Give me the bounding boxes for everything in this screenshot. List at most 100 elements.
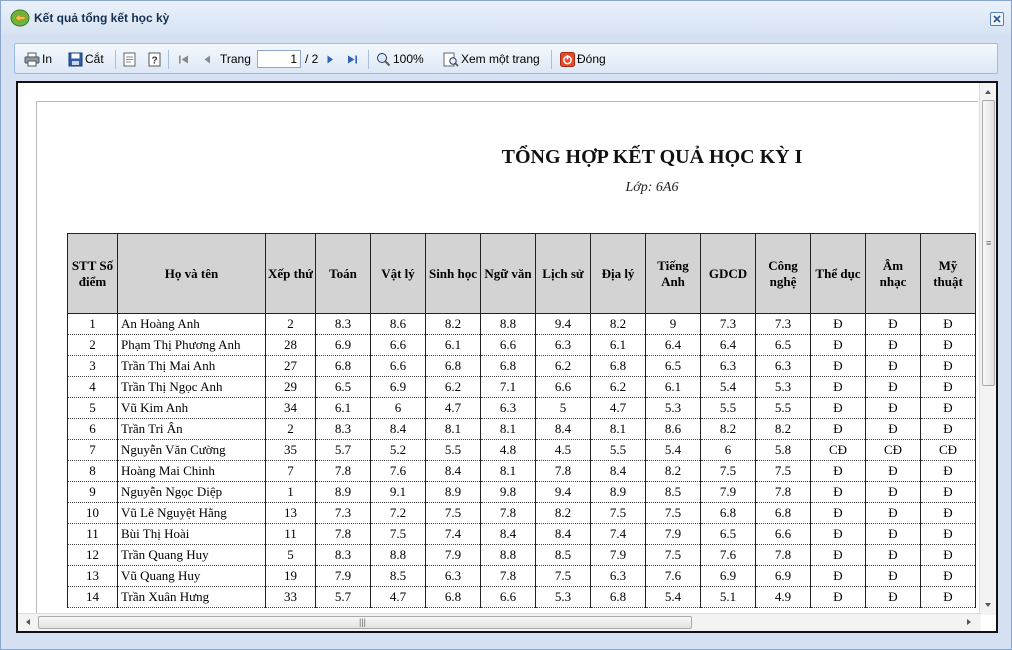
print-label: In <box>42 52 53 67</box>
table-cell: 7.2 <box>370 502 426 524</box>
table-cell: 6.8 <box>480 355 536 377</box>
table-cell: 5.3 <box>645 397 701 419</box>
column-header: Tiếng Anh <box>645 233 701 314</box>
table-cell: Đ <box>920 544 976 566</box>
table-cell: 35 <box>265 439 316 461</box>
last-page-icon <box>348 55 357 64</box>
toolbar-separator <box>115 50 116 69</box>
table-cell: 19 <box>265 565 316 587</box>
scroll-down-icon[interactable] <box>982 599 994 611</box>
table-cell: 1 <box>67 313 118 335</box>
column-header: STT Số điểm <box>67 233 118 314</box>
next-page-button[interactable] <box>325 51 335 68</box>
table-cell: 6.8 <box>590 586 646 608</box>
table-cell: 7.3 <box>315 502 371 524</box>
table-header-row: STT Số điểm Họ và tên Xếp thứ Toán Vật lý Sin… <box>67 233 976 314</box>
table-cell: 1 <box>265 481 316 503</box>
table-cell: 8.4 <box>535 418 591 440</box>
table-cell: 9.4 <box>535 481 591 503</box>
table-cell: Đ <box>865 544 921 566</box>
table-cell: 6.6 <box>535 376 591 398</box>
table-cell: CĐ <box>865 439 921 461</box>
first-page-button[interactable] <box>177 51 189 68</box>
table-cell: 7.9 <box>425 544 481 566</box>
horizontal-scroll-thumb[interactable]: ||| <box>38 616 692 629</box>
print-button[interactable]: In <box>24 51 52 68</box>
table-cell: 7.5 <box>645 544 701 566</box>
table-row: 14 Trần Xuân Hưng 33 5.7 4.7 6.8 6.6 5.3 6.8 5.4 5… <box>67 586 976 608</box>
previous-page-button[interactable] <box>202 51 212 68</box>
table-cell: 8.2 <box>755 418 811 440</box>
table-cell: 2 <box>265 313 316 335</box>
vertical-scrollbar[interactable]: ≡ <box>979 83 996 615</box>
table-cell: 5 <box>535 397 591 419</box>
table-row: 2 Phạm Thị Phương Anh 28 6.9 6.6 6.1 6.6 6.3 6.1… <box>67 334 976 356</box>
table-cell: 6.3 <box>590 565 646 587</box>
close-icon[interactable] <box>990 12 1004 26</box>
report-icon <box>10 9 30 27</box>
printer-icon <box>24 52 40 67</box>
table-cell: 7.9 <box>645 523 701 545</box>
report-viewer[interactable]: TỔNG HỢP KẾT QUẢ HỌC KỲ I Lớp: 6A6 STT S… <box>16 81 998 633</box>
student-name-cell: Vũ Kim Anh <box>117 397 266 419</box>
table-cell: 8.2 <box>590 313 646 335</box>
table-cell: 8 <box>67 460 118 482</box>
zoom-label: 100% <box>393 52 424 67</box>
horizontal-scrollbar[interactable]: ||| <box>18 613 981 631</box>
last-page-button[interactable] <box>347 51 359 68</box>
student-name-cell: Trần Xuân Hưng <box>117 586 266 608</box>
scroll-up-icon[interactable] <box>982 86 994 98</box>
table-cell: 7.5 <box>590 502 646 524</box>
table-cell: 7.8 <box>315 523 371 545</box>
export-button[interactable] <box>123 51 136 68</box>
table-cell: Đ <box>920 586 976 608</box>
table-cell: 5.5 <box>590 439 646 461</box>
toolbar-separator <box>551 50 552 69</box>
scroll-left-icon[interactable] <box>22 616 34 628</box>
table-cell: Đ <box>920 397 976 419</box>
table-cell: 8.5 <box>645 481 701 503</box>
table-cell: 7.9 <box>590 544 646 566</box>
table-cell: 8.2 <box>535 502 591 524</box>
page-number-input[interactable] <box>257 50 301 68</box>
table-cell: 5.4 <box>700 376 756 398</box>
table-cell: 8.9 <box>590 481 646 503</box>
save-button[interactable]: Cắt <box>68 51 104 68</box>
student-name-cell: Trần Quang Huy <box>117 544 266 566</box>
single-page-view-button[interactable]: Xem một trang <box>443 51 540 68</box>
student-name-cell: Trần Thị Ngọc Anh <box>117 376 266 398</box>
table-cell: 5.1 <box>700 586 756 608</box>
table-cell: Đ <box>865 334 921 356</box>
table-cell: Đ <box>920 502 976 524</box>
column-header: Sinh học <box>425 233 481 314</box>
table-cell: Đ <box>810 481 866 503</box>
help-icon: ? <box>148 52 161 67</box>
table-cell: Đ <box>810 334 866 356</box>
table-cell: 7 <box>67 439 118 461</box>
table-cell: 5.8 <box>755 439 811 461</box>
table-cell: Đ <box>865 523 921 545</box>
vertical-scroll-thumb[interactable]: ≡ <box>982 100 995 386</box>
table-cell: Đ <box>920 523 976 545</box>
table-cell: 7.6 <box>370 460 426 482</box>
table-row: 5 Vũ Kim Anh 34 6.1 6 4.7 6.3 5 4.7 5.3 5.5 5.5 Đ Đ Đ <box>67 397 976 419</box>
table-cell: 6.1 <box>315 397 371 419</box>
scroll-right-icon[interactable] <box>963 616 975 628</box>
table-cell: Đ <box>810 586 866 608</box>
table-cell: 29 <box>265 376 316 398</box>
close-report-button[interactable]: Đóng <box>560 51 606 68</box>
table-cell: 28 <box>265 334 316 356</box>
table-cell: Đ <box>920 418 976 440</box>
table-cell: 7.8 <box>480 502 536 524</box>
student-name-cell: Bùi Thị Hoài <box>117 523 266 545</box>
table-row: 7 Nguyễn Văn Cường 35 5.7 5.2 5.5 4.8 4.5 5.5 5.4… <box>67 439 976 461</box>
table-row: 11 Bùi Thị Hoài 11 7.8 7.5 7.4 8.4 8.4 7.4 7.9 6.5… <box>67 523 976 545</box>
zoom-button[interactable]: 100% <box>376 51 424 68</box>
column-header: Lịch sử <box>535 233 591 314</box>
toolbar-separator <box>168 50 169 69</box>
column-header: Địa lý <box>590 233 646 314</box>
table-cell: 13 <box>265 502 316 524</box>
help-button[interactable]: ? <box>148 51 161 68</box>
column-header: Công nghệ <box>755 233 811 314</box>
column-header: GDCD <box>700 233 756 314</box>
